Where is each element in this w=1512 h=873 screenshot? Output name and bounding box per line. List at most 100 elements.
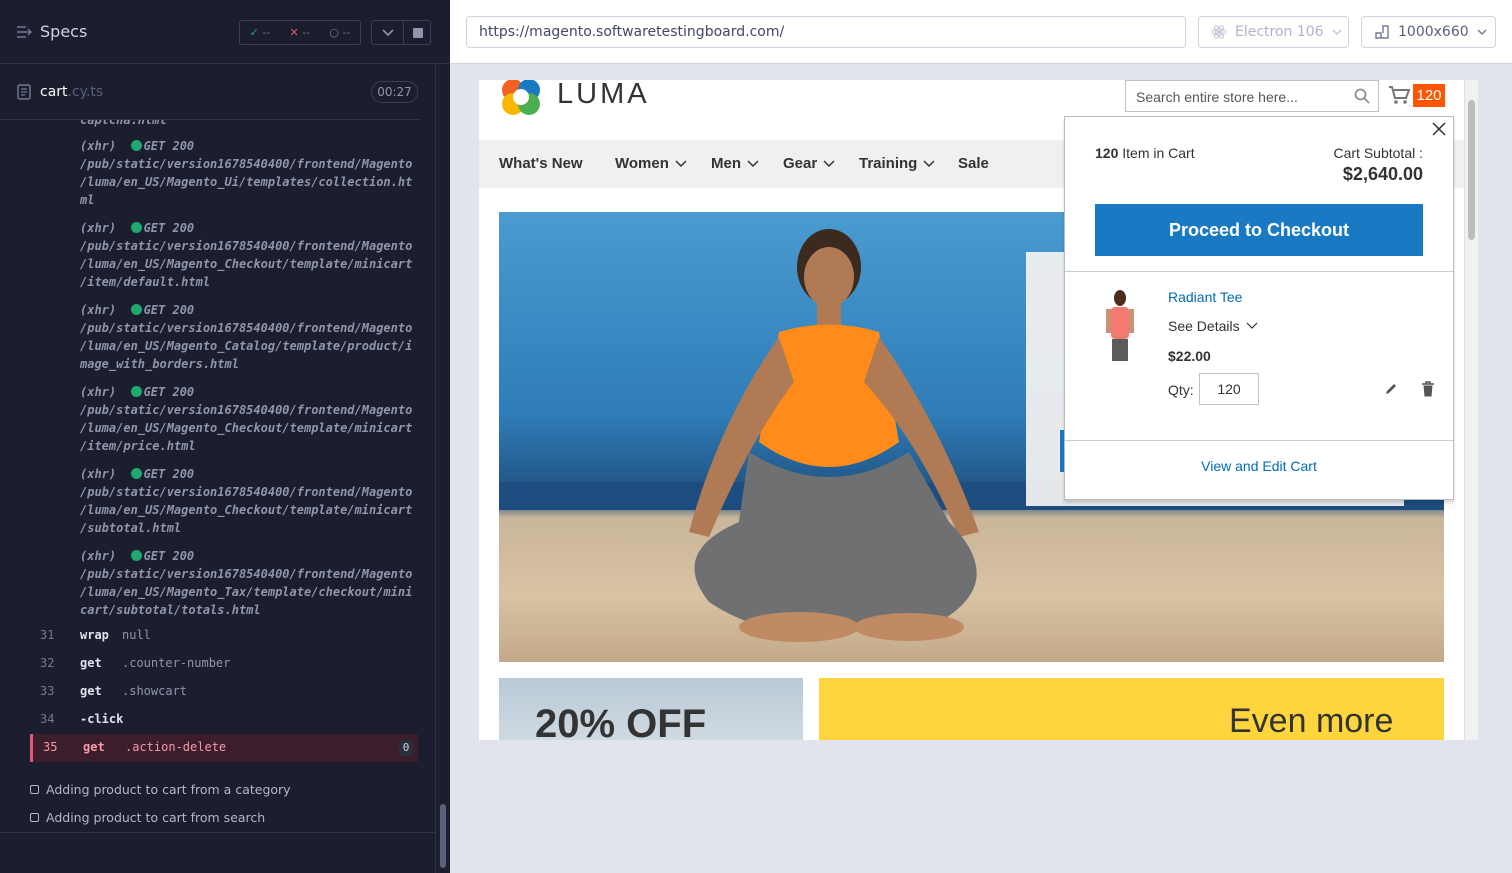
qty-label: Qty: <box>1168 382 1194 398</box>
status-dot-icon <box>130 304 142 315</box>
spec-file-name: cart.cy.ts <box>40 84 104 100</box>
product-thumbnail[interactable] <box>1100 289 1140 363</box>
test-item[interactable]: Adding product to cart from search <box>30 810 265 825</box>
command-row[interactable]: 35 get .action-delete 0 <box>30 734 418 762</box>
chevron-down-icon <box>1332 29 1342 35</box>
qty-input[interactable]: 120 <box>1199 373 1259 405</box>
check-icon: ✓ <box>249 26 259 39</box>
chevron-down-icon[interactable] <box>381 28 395 38</box>
xhr-log-entry[interactable]: (xhr) GET 200 /pub/static/version1678540… <box>80 219 420 291</box>
nav-men[interactable]: Men <box>711 155 759 172</box>
command-name: -click <box>80 712 124 726</box>
command-row[interactable]: 31 wrap null <box>30 622 418 650</box>
nav-training[interactable]: Training <box>859 155 935 172</box>
search-input[interactable]: Search entire store here... <box>1125 80 1379 112</box>
chevron-down-icon <box>747 159 759 167</box>
trash-icon[interactable] <box>1421 381 1435 397</box>
command-arg: .action-delete <box>125 740 227 754</box>
xhr-log-entry[interactable]: (xhr) GET 200 /pub/static/version1678540… <box>80 301 420 373</box>
page-scrollbar[interactable] <box>1464 80 1478 740</box>
status-dot-icon <box>130 222 142 233</box>
test-item[interactable]: Adding product to cart from a category <box>30 782 291 797</box>
command-list: captcha.html (xhr) GET 200 /pub/static/v… <box>0 120 420 770</box>
command-row[interactable]: 32 get .counter-number <box>30 650 418 678</box>
chevron-down-icon <box>1246 322 1258 329</box>
product-name-link[interactable]: Radiant Tee <box>1168 289 1242 305</box>
element-count-badge: 0 <box>399 740 413 756</box>
promo-card-discount[interactable]: 20% OFF <box>499 678 803 740</box>
runner-header: Specs ✓ -- ✕ -- ○ -- <box>0 0 450 64</box>
command-name: get <box>80 684 102 698</box>
failed-stat: ✕ -- <box>289 26 311 39</box>
luma-site: LUMA Search entire store here... 120 Wha… <box>479 80 1478 740</box>
specs-label: Specs <box>40 22 88 41</box>
nav-gear[interactable]: Gear <box>783 155 835 172</box>
status-dot-icon <box>130 140 142 151</box>
luma-logo[interactable] <box>499 80 543 116</box>
specs-toggle[interactable]: Specs <box>16 22 87 41</box>
run-controls <box>371 20 431 45</box>
cart-counter[interactable]: 120 <box>1413 84 1445 107</box>
viewport-icon <box>1375 25 1389 39</box>
command-number: 34 <box>40 712 55 726</box>
edit-icon[interactable] <box>1384 382 1398 396</box>
pending-stat: ○ -- <box>329 26 351 39</box>
proceed-to-checkout-button[interactable]: Proceed to Checkout <box>1095 204 1423 256</box>
menu-icon <box>17 25 32 38</box>
cart-icon[interactable] <box>1388 85 1410 105</box>
log-entry-cut: captcha.html <box>80 120 167 127</box>
command-arg: .counter-number <box>122 656 231 670</box>
passed-stat: ✓ -- <box>249 26 271 39</box>
app-under-test: https://magento.softwaretestingboard.com… <box>450 0 1512 873</box>
chevron-down-icon <box>823 159 835 167</box>
chevron-down-icon <box>923 159 935 167</box>
status-dot-icon <box>130 386 142 397</box>
logo-text: LUMA <box>557 80 650 110</box>
promo-card-more[interactable]: Even more <box>819 678 1444 740</box>
xhr-log-entry[interactable]: (xhr) GET 200 /pub/static/version1678540… <box>80 383 420 455</box>
status-dot-icon <box>130 468 142 479</box>
viewport-selector[interactable]: 1000x660 <box>1361 16 1496 48</box>
product-price: $22.00 <box>1168 348 1211 364</box>
runner-scrollbar[interactable] <box>435 64 450 873</box>
chevron-down-icon <box>675 159 687 167</box>
nav-sale[interactable]: Sale <box>958 155 989 172</box>
minicart-dropdown: 120 Item in Cart Cart Subtotal : $2,640.0… <box>1064 116 1454 500</box>
command-log-panel: Specs ✓ -- ✕ -- ○ -- cart.cy.ts 00:27 ca… <box>0 0 450 873</box>
electron-icon <box>1211 25 1227 39</box>
see-details-toggle[interactable]: See Details <box>1168 318 1258 334</box>
command-arg: null <box>122 628 151 642</box>
checkbox-icon <box>30 785 39 794</box>
command-name: get <box>83 740 105 754</box>
command-row[interactable]: 33 get .showcart <box>30 678 418 706</box>
command-name: wrap <box>80 628 109 642</box>
command-arg: .showcart <box>122 684 188 698</box>
test-stats: ✓ -- ✕ -- ○ -- <box>239 20 361 45</box>
command-name: get <box>80 656 102 670</box>
command-number: 32 <box>40 656 55 670</box>
xhr-log-entry[interactable]: (xhr) GET 200 /pub/static/version1678540… <box>80 465 420 537</box>
file-icon <box>17 84 31 100</box>
command-number: 33 <box>40 684 55 698</box>
minicart-item-count: 120 Item in Cart <box>1095 145 1195 161</box>
xhr-log-entry[interactable]: (xhr) GET 200 /pub/static/version1678540… <box>80 547 420 619</box>
spinner-icon: ○ <box>329 26 339 39</box>
aut-toolbar: https://magento.softwaretestingboard.com… <box>450 0 1512 64</box>
nav-whats-new[interactable]: What's New <box>499 155 583 172</box>
status-dot-icon <box>130 550 142 561</box>
minicart-subtotal: Cart Subtotal : $2,640.00 <box>1333 145 1424 184</box>
x-icon: ✕ <box>289 26 299 39</box>
checkbox-icon <box>30 813 39 822</box>
xhr-log-entry[interactable]: (xhr) GET 200 /pub/static/version1678540… <box>80 137 420 209</box>
command-row[interactable]: 34 -click <box>30 706 418 734</box>
url-field[interactable]: https://magento.softwaretestingboard.com… <box>466 16 1186 48</box>
browser-selector[interactable]: Electron 106 <box>1198 16 1349 48</box>
chevron-down-icon <box>1477 29 1487 35</box>
search-icon[interactable] <box>1354 88 1370 104</box>
view-and-edit-cart-link[interactable]: View and Edit Cart <box>1065 458 1453 474</box>
close-icon[interactable] <box>1431 121 1447 137</box>
stop-button[interactable] <box>413 28 423 38</box>
spec-file-header[interactable]: cart.cy.ts 00:27 <box>0 64 420 120</box>
nav-women[interactable]: Women <box>615 155 687 172</box>
command-number: 35 <box>43 740 58 754</box>
